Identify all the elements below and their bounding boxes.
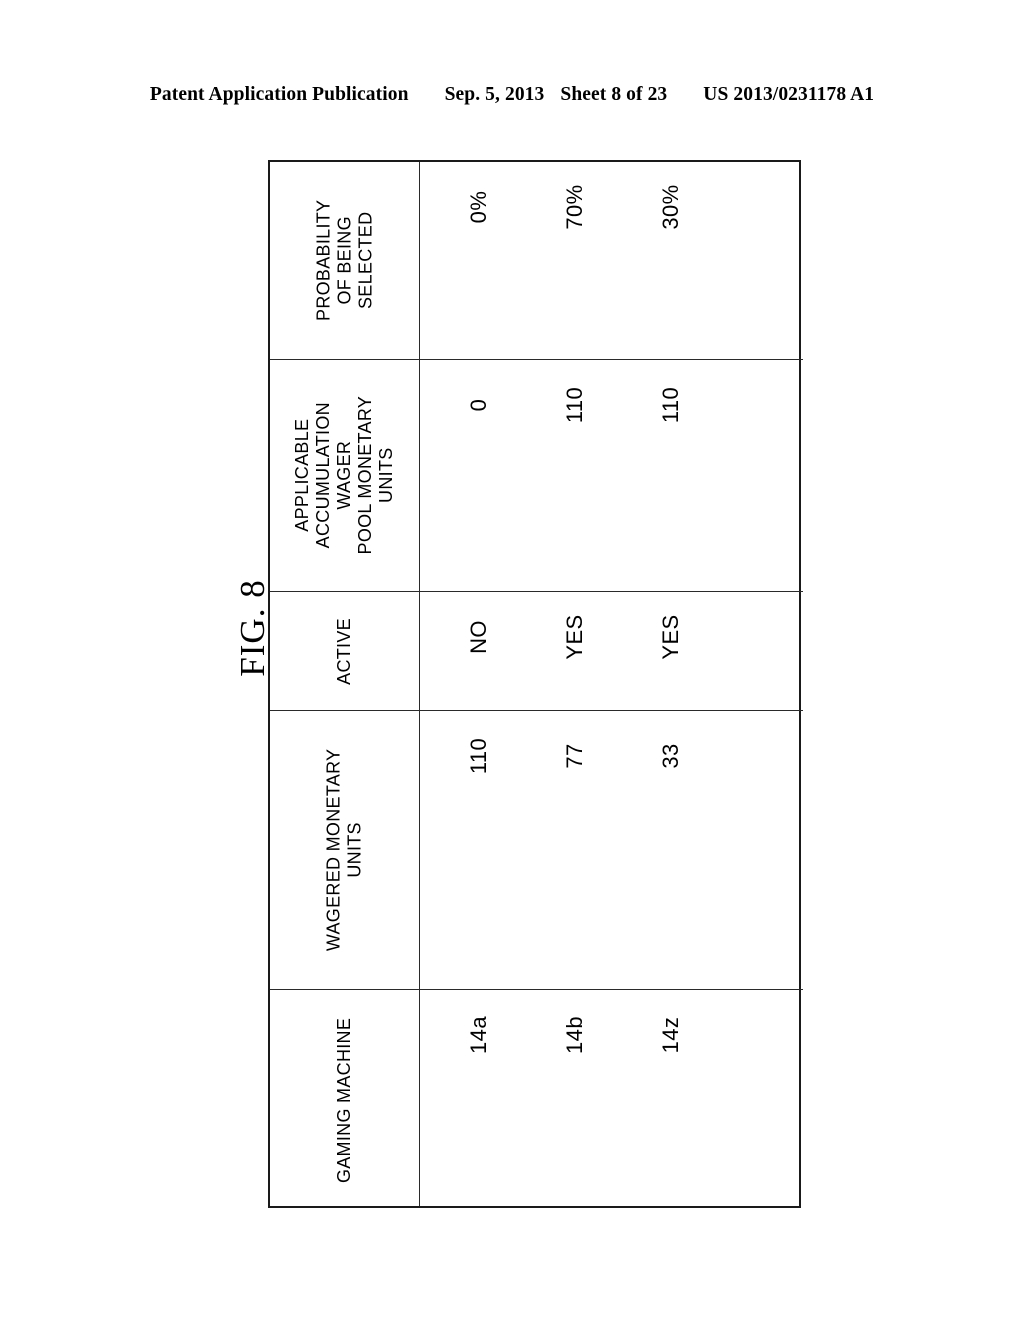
header-line: ACCUMULATION [313, 402, 334, 549]
column-header-active: ACTIVE [270, 592, 419, 710]
cell-value: YES [658, 614, 683, 660]
cell-value: 14z [658, 1016, 683, 1054]
data-cells-wagered-monetary-units: 110 77 33 [419, 711, 803, 989]
cell-value: NO [466, 620, 491, 654]
header-line: GAMING MACHINE [334, 1017, 355, 1183]
header-line: UNITS [375, 447, 396, 504]
sheet-number: Sheet 8 of 23 [560, 84, 668, 105]
cell-value: 33 [658, 743, 683, 769]
header-line: WAGERED MONETARY [323, 748, 344, 952]
cell-value: 14a [466, 1016, 491, 1054]
header-line: ACTIVE [334, 617, 355, 685]
publication-date: Sep. 5, 2013 [444, 84, 545, 105]
header-line: PROBABILITY [313, 199, 334, 322]
table-row: PROBABILITY OF BEING SELECTED 0% 70% 30% [270, 162, 803, 360]
header-line: UNITS [344, 822, 365, 878]
table-row: ACTIVE NO YES YES [270, 592, 803, 711]
header-line: APPLICABLE [292, 418, 313, 533]
data-cells-gaming-machine: 14a 14b 14z [419, 990, 803, 1210]
patent-number: US 2013/0231178 A1 [703, 84, 875, 105]
publication-title: Patent Application Publication [149, 84, 409, 105]
figure-8-table: PROBABILITY OF BEING SELECTED 0% 70% 30%… [268, 160, 803, 1210]
cell-value: 70% [562, 184, 587, 230]
header-line: POOL MONETARY [354, 396, 375, 555]
table-row: GAMING MACHINE 14a 14b 14z [270, 990, 803, 1210]
cell-value: 77 [562, 743, 587, 769]
cell-value: 110 [658, 386, 683, 424]
table-row: WAGERED MONETARY UNITS 110 77 33 [270, 711, 803, 990]
header-line: SELECTED [354, 211, 375, 310]
cell-value: 110 [466, 737, 491, 775]
cell-value: 110 [562, 386, 587, 424]
data-cells-applicable-accumulation-wager-pool-monetary-units: 0 110 110 [419, 360, 803, 591]
header-line: WAGER [334, 441, 355, 510]
cell-value: 0% [466, 190, 491, 224]
cell-value: 14b [562, 1016, 587, 1054]
column-header-applicable-accumulation-wager-pool-monetary-units: APPLICABLE ACCUMULATION WAGER POOL MONET… [270, 360, 419, 591]
column-header-probability-of-being-selected: PROBABILITY OF BEING SELECTED [270, 162, 419, 359]
table-row: APPLICABLE ACCUMULATION WAGER POOL MONET… [270, 360, 803, 592]
column-header-gaming-machine: GAMING MACHINE [270, 990, 419, 1210]
data-cells-active: NO YES YES [419, 592, 803, 710]
data-cells-probability-of-being-selected: 0% 70% 30% [419, 162, 803, 359]
column-header-wagered-monetary-units: WAGERED MONETARY UNITS [270, 711, 419, 989]
page-header: Patent Application Publication Sep. 5, 2… [0, 84, 1024, 106]
cell-value: YES [562, 614, 587, 660]
cell-value: 0 [466, 398, 491, 412]
figure-label: FIG. 8 [233, 579, 272, 677]
cell-value: 30% [658, 184, 683, 230]
header-line: OF BEING [334, 216, 355, 305]
